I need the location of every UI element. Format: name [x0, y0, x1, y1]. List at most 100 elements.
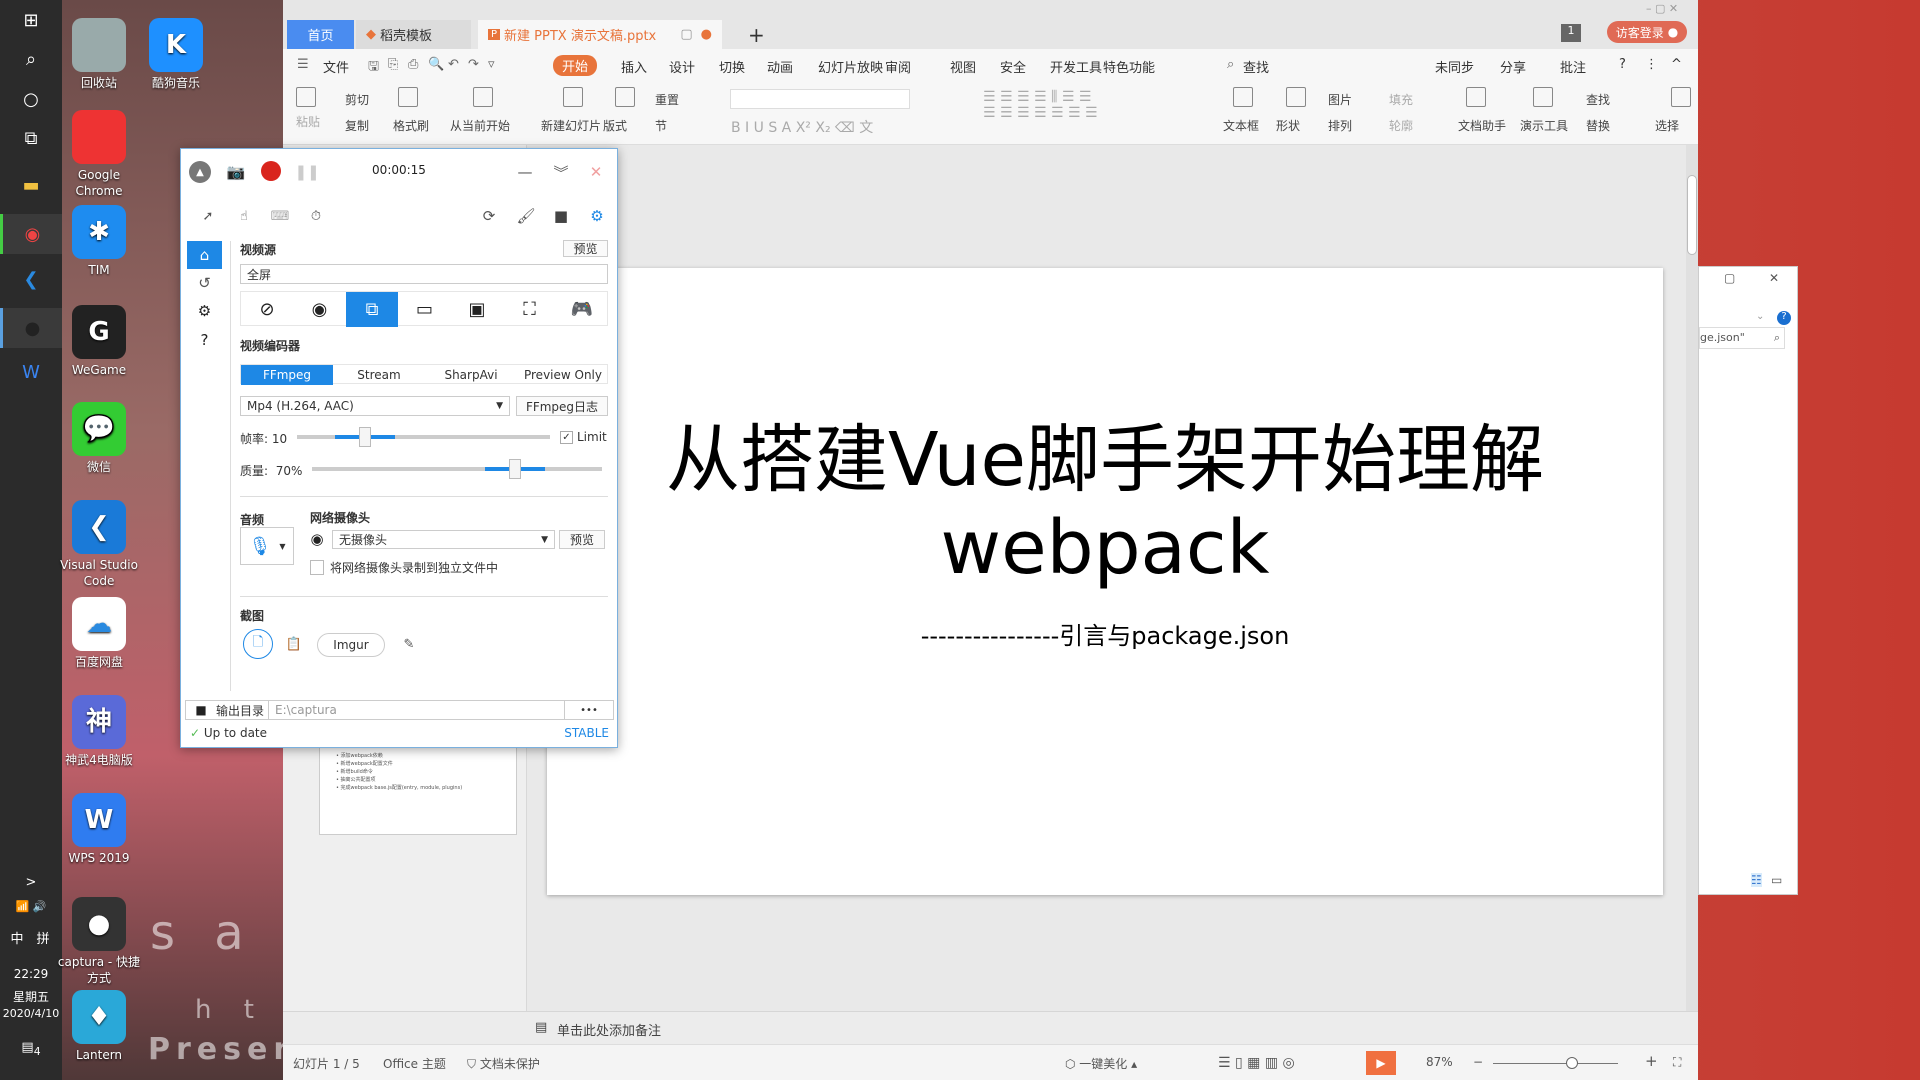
menu-12[interactable]: 查找	[1243, 57, 1269, 76]
ribbon-presentation-tools[interactable]: 演示工具	[1520, 117, 1568, 134]
protection-status[interactable]: ⛉ 文档未保护	[467, 1055, 540, 1072]
search-icon[interactable]: ⌕	[1227, 57, 1234, 72]
desktop-icon[interactable]: 💬 微信	[54, 402, 144, 475]
menu-9[interactable]: 安全	[1000, 57, 1026, 76]
desktop-icon[interactable]: ✱ TIM	[54, 205, 144, 278]
desktop-icon[interactable]: 神神武4电脑版	[54, 695, 144, 768]
menu-11[interactable]: 特色功能	[1103, 57, 1155, 76]
refresh-icon[interactable]: ⟳	[479, 205, 499, 227]
ribbon-find[interactable]: 查找	[1586, 91, 1610, 108]
encoder-tab[interactable]: FFmpeg	[241, 365, 333, 385]
menu-2[interactable]: 插入	[621, 57, 647, 76]
customize-icon[interactable]: ▿	[488, 57, 495, 72]
ribbon-large-icon[interactable]	[1533, 87, 1555, 107]
pencil-icon[interactable]: ✎	[400, 633, 418, 655]
vscode-icon[interactable]: ❮	[0, 259, 62, 299]
menu-right-4[interactable]: ⋮	[1645, 57, 1658, 72]
menu-right-3[interactable]: ?	[1619, 57, 1626, 72]
help-icon[interactable]: ?	[1777, 311, 1791, 325]
windows-icon[interactable]: ⊞	[0, 0, 62, 40]
clock-time[interactable]: 22:29	[0, 967, 62, 981]
menu-1[interactable]: 开始	[553, 55, 598, 76]
new-tab-button[interactable]: +	[738, 20, 775, 49]
format-dropdown[interactable]: Mp4 (H.264, AAC) ▼	[240, 396, 510, 416]
slide-thumbnail[interactable]: • 添加webpack依赖 • 新增webpack配置文件 • 新增build命令 •…	[319, 745, 517, 835]
keyboard-icon[interactable]: ⌨	[270, 205, 290, 227]
nav-home-icon[interactable]: ⌂	[187, 241, 222, 269]
checkbox[interactable]	[310, 560, 324, 575]
menu-4[interactable]: 切换	[719, 57, 745, 76]
chrome-icon[interactable]: ◉	[0, 214, 62, 254]
vertical-scrollbar[interactable]	[1686, 145, 1698, 1011]
desktop-icon[interactable]: W WPS 2019	[54, 793, 144, 866]
ribbon-new-slide[interactable]: 新建幻灯片	[541, 117, 601, 134]
desktop-icon[interactable]: G WeGame	[54, 305, 144, 378]
separate-webcam-checkbox[interactable]: 将网络摄像头录制到独立文件中	[310, 559, 498, 576]
menu-right-5[interactable]: ^	[1671, 57, 1682, 72]
ribbon-copy[interactable]: 复制	[345, 117, 369, 134]
fit-window-icon[interactable]: ⛶	[1673, 1055, 1681, 1070]
ribbon-doc-assistant[interactable]: 文档助手	[1458, 117, 1506, 134]
pointer-icon[interactable]: ➚	[198, 205, 218, 227]
fullscreen-icon[interactable]: ⧉	[346, 292, 398, 327]
clock-weekday[interactable]: 星期五	[0, 988, 62, 1005]
ribbon-large-icon[interactable]	[473, 87, 495, 107]
clipboard-icon[interactable]: 📋	[285, 633, 303, 655]
menu-5[interactable]: 动画	[767, 57, 793, 76]
ribbon-large-icon[interactable]	[1466, 87, 1488, 107]
hamburger-menu-icon[interactable]: ☰	[297, 57, 309, 72]
desktop-icon[interactable]: ☁ 百度网盘	[54, 597, 144, 670]
encoder-tab[interactable]: Preview Only	[517, 365, 609, 385]
no-video-icon[interactable]: ⊘	[241, 292, 293, 327]
ribbon-large-icon[interactable]	[563, 87, 585, 107]
webcam-dropdown[interactable]: 无摄像头 ▼	[332, 530, 555, 549]
zoom-in-button[interactable]: +	[1645, 1052, 1658, 1070]
ribbon-play-from-current[interactable]: 从当前开始	[450, 117, 510, 134]
zoom-level[interactable]: 87%	[1426, 1055, 1453, 1069]
notification-icon[interactable]: ▤4	[0, 1040, 62, 1058]
large-icons-view-icon[interactable]: ▭	[1771, 873, 1782, 887]
desktop-icon[interactable]: ♦ Lantern	[54, 990, 144, 1063]
slide-canvas[interactable]: 从搭建Vue脚手架开始理解 webpack ----------------引言与…	[547, 268, 1663, 895]
print-preview-icon[interactable]: ⎘	[388, 57, 398, 72]
menu-right-0[interactable]: 未同步	[1435, 57, 1474, 76]
chevron-double-down-icon[interactable]: ︾	[551, 161, 571, 183]
minimize-button[interactable]: —	[515, 161, 535, 183]
slide-subtitle[interactable]: ----------------引言与package.json	[547, 616, 1663, 651]
menu-10[interactable]: 开发工具	[1050, 57, 1102, 76]
font-name-size-input[interactable]	[730, 89, 910, 109]
desktop-icon[interactable]: ● captura - 快捷方式	[54, 897, 144, 986]
menu-right-1[interactable]: 分享	[1500, 57, 1526, 76]
quality-slider-thumb[interactable]	[509, 459, 521, 479]
ribbon-large-icon[interactable]	[1233, 87, 1255, 107]
beautify-button[interactable]: ⬡ 一键美化 ▴	[1065, 1055, 1137, 1072]
ribbon-select[interactable]: 选择	[1655, 117, 1679, 134]
nav-history-icon[interactable]: ↺	[187, 269, 222, 297]
ribbon-cut[interactable]: 剪切	[345, 91, 369, 108]
window-icon[interactable]: ▣	[451, 292, 503, 327]
close-button[interactable]: ✕	[586, 161, 606, 183]
desktop-icon[interactable]: ❮ Visual Studio Code	[54, 500, 144, 589]
menu-right-2[interactable]: 批注	[1560, 57, 1586, 76]
desktop-icon[interactable]: Google Chrome	[54, 110, 144, 199]
redo-icon[interactable]: ↷	[468, 57, 479, 72]
show-hidden-icons-button[interactable]: >	[0, 875, 62, 890]
ribbon-arrange[interactable]: 排列	[1328, 117, 1352, 134]
nav-settings-icon[interactable]: ⚙	[187, 297, 222, 325]
notes-placeholder[interactable]: 单击此处添加备注	[557, 1020, 661, 1039]
zoom-slider[interactable]	[1493, 1057, 1618, 1069]
wps-icon[interactable]: W	[0, 352, 62, 392]
text-format-icons[interactable]: B I U S A X² X₂ ⌫ 文	[731, 117, 873, 137]
framerate-slider-thumb[interactable]	[359, 427, 372, 447]
screen-icon[interactable]: ▭	[399, 292, 451, 327]
search-icon[interactable]: ⌕	[0, 39, 62, 79]
ribbon-picture[interactable]: 图片	[1328, 91, 1352, 108]
scrollbar-thumb[interactable]	[1687, 175, 1697, 255]
close-icon[interactable]: ✕	[1769, 271, 1779, 285]
network-volume-icon[interactable]: 📶 🔊	[0, 900, 62, 913]
encoder-tab[interactable]: SharpAvi	[425, 365, 517, 385]
ribbon-shape[interactable]: 形状	[1276, 117, 1300, 134]
maximize-icon[interactable]: ▢	[1724, 271, 1735, 285]
menu-0[interactable]: 文件	[323, 57, 349, 76]
tab-templates[interactable]: ◆ 稻壳模板	[356, 20, 471, 49]
